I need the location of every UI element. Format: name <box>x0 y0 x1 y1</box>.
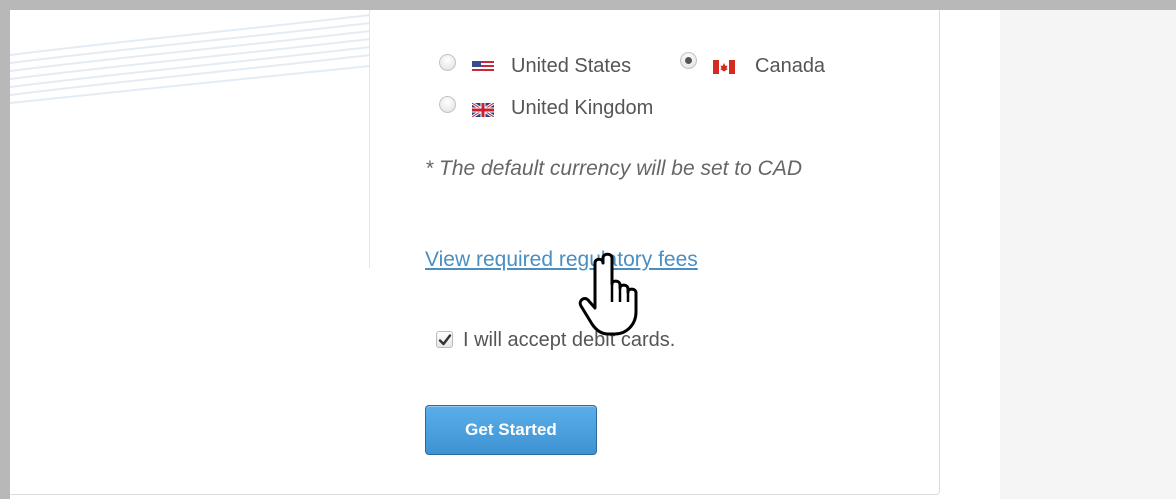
debit-cards-checkbox[interactable] <box>436 331 453 348</box>
uk-flag-icon <box>472 103 494 117</box>
label-united-states: United States <box>511 55 632 77</box>
us-flag-icon <box>472 61 494 73</box>
get-started-button[interactable]: Get Started <box>425 405 597 455</box>
decorative-swoosh <box>10 14 370 104</box>
window-left-border <box>0 0 10 499</box>
regulatory-fees-link[interactable]: View required regulatory fees <box>425 246 698 274</box>
radio-united-kingdom[interactable] <box>439 96 456 113</box>
currency-note: * The default currency will be set to CA… <box>425 157 802 180</box>
label-canada: Canada <box>755 55 826 77</box>
radio-united-states[interactable] <box>439 54 456 71</box>
ca-flag-icon <box>713 60 735 74</box>
hand-cursor-icon <box>578 252 638 336</box>
window-top-border <box>0 0 1176 10</box>
column-divider <box>369 10 370 268</box>
checkmark-icon <box>438 334 452 346</box>
right-background-panel <box>1000 10 1176 499</box>
radio-canada[interactable] <box>680 52 697 69</box>
label-united-kingdom: United Kingdom <box>511 97 654 119</box>
